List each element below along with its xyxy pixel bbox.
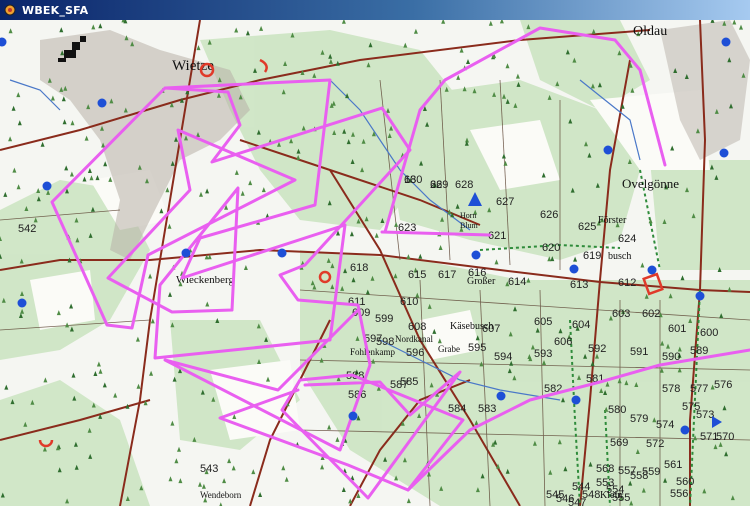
grid-number: 572 bbox=[646, 438, 664, 450]
waypoint-marker[interactable] bbox=[571, 395, 581, 405]
topographic-map[interactable]: 630 629 628627626625624623621620619618617 6… bbox=[0, 20, 750, 506]
grid-number: 600 bbox=[700, 327, 718, 339]
grid-number: 619 bbox=[583, 250, 601, 262]
grid-number: 570 bbox=[716, 431, 734, 443]
label-grosser: Großer bbox=[467, 276, 496, 287]
grid-number: 553 bbox=[596, 477, 614, 489]
label-ovelgonne: Ovelgönne bbox=[622, 176, 679, 191]
waypoint-marker[interactable] bbox=[348, 411, 358, 421]
grid-number: 561 bbox=[664, 459, 682, 471]
waypoint-marker[interactable] bbox=[647, 265, 657, 275]
grid-number: 580 bbox=[608, 404, 626, 416]
grid-number: 18 bbox=[404, 174, 416, 186]
grid-number: 624 bbox=[618, 233, 636, 245]
grid-number: 627 bbox=[496, 196, 514, 208]
grid-number: 578 bbox=[662, 383, 680, 395]
waypoint-marker[interactable] bbox=[695, 291, 705, 301]
grid-number: 610 bbox=[400, 296, 418, 308]
grid-number: 603 bbox=[612, 308, 630, 320]
grid-number: 599 bbox=[375, 313, 393, 325]
grid-number: 601 bbox=[668, 323, 686, 335]
label-kasebusch: Käsebusch bbox=[450, 321, 493, 332]
label-nordkanal: Nordkanal bbox=[395, 334, 433, 344]
label-fohlenkamp: Fohlenkamp bbox=[350, 347, 395, 357]
grid-number: 594 bbox=[494, 351, 512, 363]
grid-number: 613 bbox=[570, 279, 588, 291]
grid-number: 545 bbox=[546, 489, 564, 501]
waypoint-marker[interactable] bbox=[569, 264, 579, 274]
label-busch: busch bbox=[608, 251, 631, 262]
grid-number: 573 bbox=[696, 409, 714, 421]
label-oldau: Oldau bbox=[633, 24, 667, 39]
label-blum: Blum bbox=[460, 221, 479, 230]
waypoint-marker[interactable] bbox=[277, 248, 287, 258]
label-horn: Horn bbox=[460, 211, 476, 220]
grid-number: 589 bbox=[690, 345, 708, 357]
label-klein: Klein bbox=[600, 490, 622, 501]
grid-number: 556 bbox=[670, 488, 688, 500]
grid-number: 620 bbox=[542, 242, 560, 254]
grid-number: 602 bbox=[642, 308, 660, 320]
waypoint-marker[interactable] bbox=[721, 37, 731, 47]
grid-number: 606 bbox=[554, 336, 572, 348]
grid-number: 614 bbox=[508, 276, 526, 288]
grid-number: 625 bbox=[578, 221, 596, 233]
waypoint-marker[interactable] bbox=[17, 298, 27, 308]
grid-number: 612 bbox=[618, 277, 636, 289]
grid-number: 569 bbox=[610, 437, 628, 449]
map-canvas[interactable]: 630 629 628 627 626 625 624 623 621 620 619 618 617 6… bbox=[0, 20, 750, 506]
grid-number: 542 bbox=[18, 223, 36, 235]
grid-number: 583 bbox=[478, 403, 496, 415]
grid-number: 544 bbox=[572, 481, 590, 493]
waypoint-marker[interactable] bbox=[42, 181, 52, 191]
grid-number: 557 bbox=[618, 465, 636, 477]
waypoint-marker[interactable] bbox=[603, 145, 613, 155]
waypoint-marker[interactable] bbox=[719, 148, 729, 158]
grid-number: 591 bbox=[630, 346, 648, 358]
grid-number: 618 bbox=[350, 262, 368, 274]
grid-number: 617 bbox=[438, 269, 456, 281]
grid-number: 576 bbox=[714, 379, 732, 391]
grid-number: 626 bbox=[540, 209, 558, 221]
grid-number: 579 bbox=[630, 413, 648, 425]
grid-number: 595 bbox=[468, 342, 486, 354]
grid-number: 628 bbox=[455, 179, 473, 191]
waypoint-marker[interactable] bbox=[496, 391, 506, 401]
grid-number: 605 bbox=[534, 316, 552, 328]
grid-number: 604 bbox=[572, 319, 590, 331]
grid-number: 26 bbox=[430, 179, 442, 191]
grid-number: 543 bbox=[200, 463, 218, 475]
waypoint-marker[interactable] bbox=[680, 425, 690, 435]
waypoint-marker[interactable] bbox=[181, 248, 191, 258]
grid-number: 592 bbox=[588, 343, 606, 355]
grid-number: 593 bbox=[534, 348, 552, 360]
label-grabe: Grabe bbox=[438, 344, 460, 354]
map-window: WBEK_SFA 630 629 628 627 626 625 624 623… bbox=[0, 0, 750, 506]
grid-number: 596 bbox=[406, 347, 424, 359]
grid-number: 560 bbox=[676, 476, 694, 488]
waypoint-marker[interactable] bbox=[471, 250, 481, 260]
grid-number: 615 bbox=[408, 269, 426, 281]
grid-number: 577 bbox=[690, 383, 708, 395]
grid-number: 584 bbox=[448, 403, 466, 415]
label-wendeborn: Wendeborn bbox=[200, 490, 242, 500]
grid-number: 568 bbox=[596, 463, 614, 475]
grid-number: 585 bbox=[400, 376, 418, 388]
app-icon bbox=[4, 4, 16, 16]
label-forster: Förster bbox=[598, 215, 627, 226]
window-title: WBEK_SFA bbox=[22, 3, 89, 17]
grid-number: 574 bbox=[656, 419, 674, 431]
waypoint-marker[interactable] bbox=[97, 98, 107, 108]
title-bar[interactable]: WBEK_SFA bbox=[0, 0, 750, 20]
grid-number: 608 bbox=[408, 321, 426, 333]
label-wietze: Wietze bbox=[172, 58, 214, 74]
